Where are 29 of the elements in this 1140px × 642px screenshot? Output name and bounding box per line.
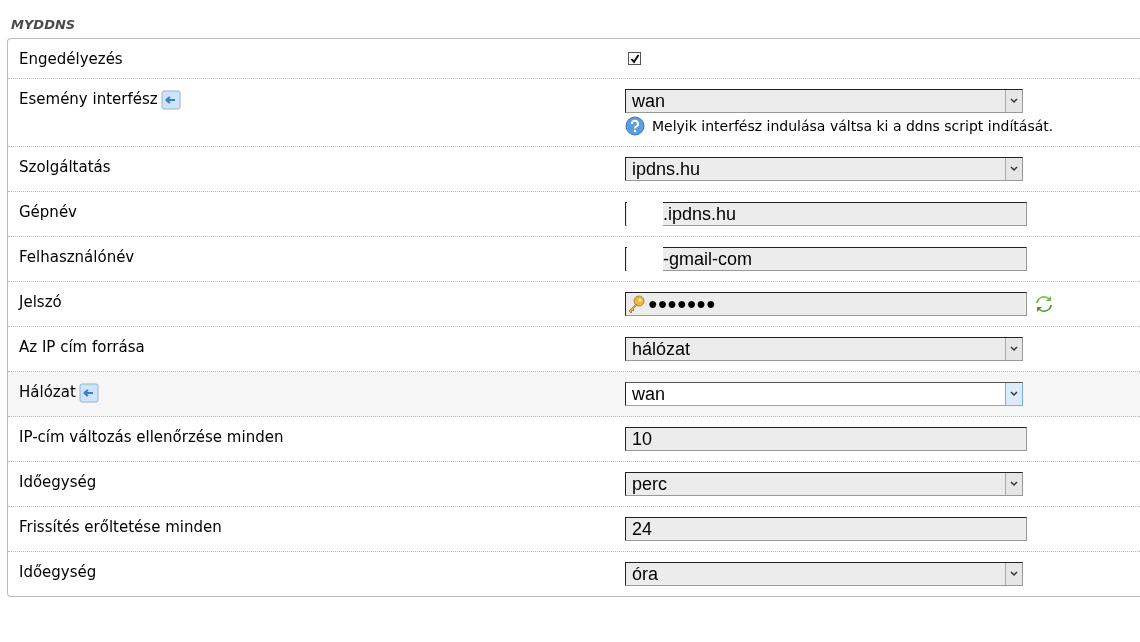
key-icon (626, 294, 646, 314)
dropdown[interactable]: perc (625, 472, 1023, 496)
refresh-icon[interactable] (1035, 294, 1053, 314)
dropdown[interactable]: ipdns.hu (625, 157, 1023, 181)
field-label: Esemény interfész (19, 90, 158, 108)
field-label: IP-cím változás ellenőrzése minden (19, 428, 284, 446)
checkbox[interactable] (628, 52, 641, 65)
field-label: Felhasználónév (19, 248, 135, 266)
field-label: Időegység (19, 473, 97, 491)
help-text: Melyik interfész indulása váltsa ki a ddns script indítását. (652, 118, 1054, 134)
field-label: Jelszó (19, 293, 62, 311)
dropdown[interactable]: hálózat (625, 337, 1023, 361)
field-label: Engedélyezés (19, 50, 123, 68)
dropdown[interactable]: óra (625, 562, 1023, 586)
field-label: Frissítés erőltetése minden (19, 518, 222, 536)
field-label: Időegység (19, 563, 97, 581)
input-field[interactable]: 10 (625, 427, 1027, 451)
field-label: Szolgáltatás (19, 158, 111, 176)
field-label: Gépnév (19, 203, 77, 221)
dropdown[interactable]: wan (625, 89, 1023, 113)
field-label: Az IP cím forrása (19, 338, 145, 356)
help-icon (625, 116, 645, 136)
dropdown[interactable]: wan (625, 382, 1023, 406)
input-field[interactable]: 24 (625, 517, 1027, 541)
field-label: Hálózat (19, 383, 76, 401)
input-field[interactable]: .ipdns.hu (625, 202, 1027, 226)
section-title: MYDDNS (11, 17, 76, 32)
input-field[interactable]: -gmail-com (625, 247, 1027, 271)
password-field[interactable]: ●●●●●●● (625, 292, 1027, 316)
